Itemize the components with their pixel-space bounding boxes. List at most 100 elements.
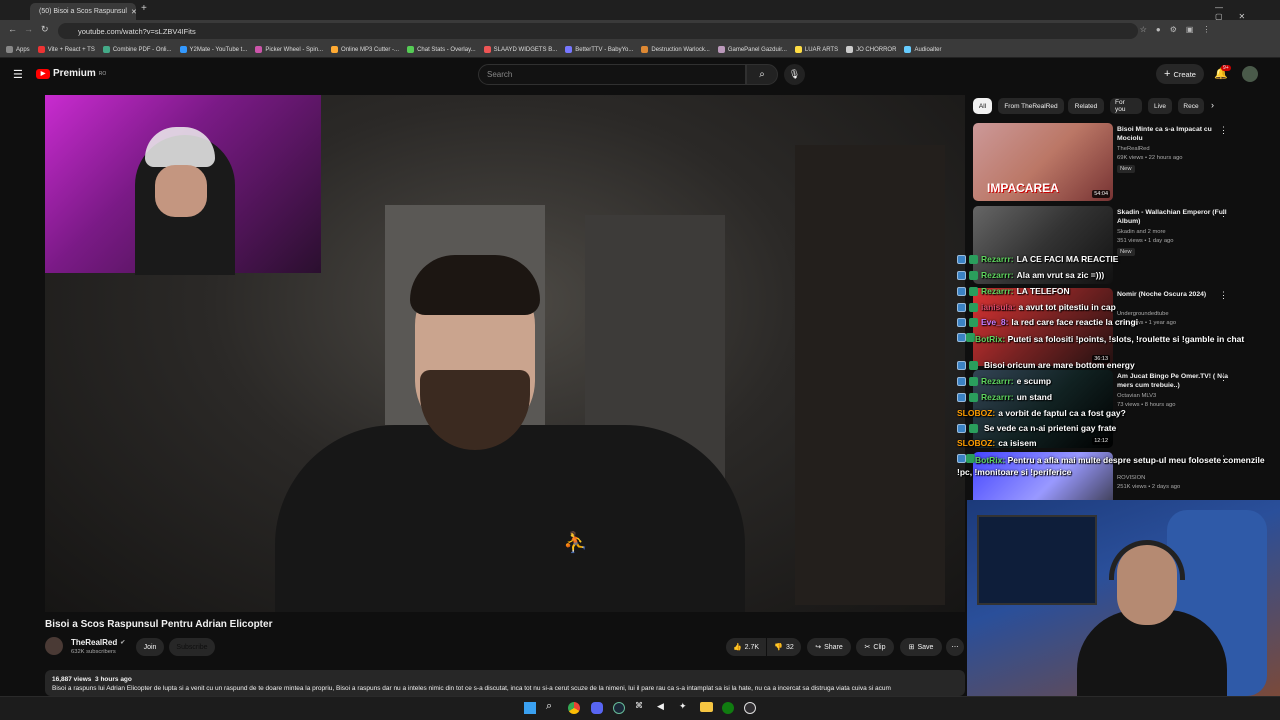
forward-icon[interactable]: →	[24, 24, 33, 34]
notifications-button[interactable]: 🔔 9+	[1214, 65, 1231, 80]
reload-icon[interactable]: ↻	[41, 24, 49, 35]
menu-icon[interactable]: ☰	[13, 68, 23, 81]
recommendation-channel[interactable]: Skadin and 2 more	[1117, 229, 1166, 235]
video-thumbnail[interactable]: IMPACAREA 54:04	[973, 123, 1113, 201]
bookmark-item[interactable]: Vite + React + TS	[37, 46, 95, 53]
more-vertical-icon[interactable]: ⋮	[1219, 372, 1228, 383]
more-vertical-icon[interactable]: ⋮	[1219, 125, 1228, 136]
moderator-badge-icon	[957, 333, 966, 342]
filter-chip[interactable]: All	[973, 98, 992, 114]
more-vertical-icon[interactable]: ⋮	[1219, 290, 1228, 301]
back-icon[interactable]: ←	[8, 24, 17, 34]
discord-icon[interactable]	[591, 702, 603, 714]
subscribe-button[interactable]: Subscribe	[169, 638, 215, 656]
share-label: Share	[824, 643, 843, 651]
share-button[interactable]: ↪ Share	[807, 638, 851, 656]
recommendation-title[interactable]: Am Jucat Bingo Pe Omer.TV! ( N-a mers cu…	[1117, 372, 1235, 390]
channel-name-text: TheRealRed	[71, 638, 118, 647]
search-button[interactable]: ⌕	[746, 64, 778, 85]
folder-icon[interactable]	[700, 702, 713, 712]
bookmark-item[interactable]: LUAR ARTS	[794, 46, 839, 53]
browser-tab[interactable]: (50) Bisoi a Scos Raspunsul ✕	[30, 3, 136, 20]
save-button[interactable]: ⊞ Save	[900, 638, 942, 656]
like-button[interactable]: 👍 2.7K	[726, 638, 766, 656]
avatar[interactable]	[1242, 66, 1258, 82]
moderator-badge-icon	[957, 392, 966, 402]
filter-chip[interactable]: Live	[1148, 98, 1172, 114]
video-player[interactable]: ⛹	[45, 95, 965, 612]
youtube-logo[interactable]: ▶ Premium RO	[36, 68, 106, 79]
chat-text: Ala am vrut sa zic =)))	[1016, 270, 1105, 280]
bookmark-favicon-icon	[565, 46, 573, 53]
filter-chip[interactable]: For you	[1110, 98, 1142, 114]
bookmark-favicon-icon	[102, 46, 110, 53]
bookmark-item[interactable]: Combine PDF - Onli...	[102, 46, 172, 53]
bookmark-item[interactable]: SLAAYD WIDGETS B...	[483, 46, 557, 53]
bookmark-item[interactable]: GamePanel Gazduir...	[717, 46, 787, 53]
close-tab-icon[interactable]: ✕	[131, 8, 136, 16]
bookmark-item[interactable]: Online MP3 Cutter -...	[331, 46, 399, 53]
channel-name[interactable]: TheRealRed ✔	[71, 638, 125, 647]
bookmark-item[interactable]: Chat Stats - Overlay...	[407, 46, 476, 53]
microphone-icon: 🎙	[788, 69, 801, 79]
description-box[interactable]: 16,887 views 3 hours ago Bisoi a raspuns…	[45, 670, 965, 696]
chrome-icon[interactable]	[568, 702, 580, 714]
filter-chip[interactable]: From TheRealRed	[998, 98, 1064, 114]
recommendation-title[interactable]: Nomir (Noche Oscura 2024)	[1117, 290, 1235, 299]
chat-text: Bisoi oricum are mare bottom energy	[984, 360, 1135, 370]
bookmark-item[interactable]: Apps	[6, 46, 30, 53]
video-thumbnail[interactable]: 36:13	[973, 288, 1113, 366]
plus-icon: +	[1164, 68, 1171, 80]
bookmark-item[interactable]: Audioalter	[904, 46, 941, 53]
voice-search-button[interactable]: 🎙	[784, 64, 805, 85]
bookmark-item[interactable]: Y2Mate - YouTube t...	[179, 46, 247, 53]
steam-icon[interactable]	[613, 702, 625, 714]
taskbar-search-icon[interactable]: ⌕	[546, 700, 552, 713]
bookmark-item[interactable]: Destruction Warlock...	[641, 46, 710, 53]
windows-start-icon[interactable]	[524, 702, 536, 714]
recommendation-channel[interactable]: Octavian MLV3	[1117, 393, 1156, 399]
search-input[interactable]: Search	[478, 64, 746, 85]
recommendation-item[interactable]: IMPACAREA 54:04 Bisoi Minte ca s-a Impacat…	[973, 123, 1273, 203]
more-actions-button[interactable]: ⋯	[946, 638, 964, 656]
clip-label: Clip	[873, 643, 886, 651]
filter-chip[interactable]: Related	[1068, 98, 1104, 114]
duration-badge: 54:04	[1092, 190, 1110, 198]
chat-username: Rezarrr:	[981, 392, 1014, 402]
logo-region: RO	[98, 70, 107, 77]
app-icon[interactable]: ✦	[679, 701, 687, 712]
moderator-badge-icon	[957, 302, 966, 312]
filter-chip[interactable]: Rece	[1178, 98, 1204, 114]
bookmark-label: Audioalter	[914, 46, 942, 53]
recommendation-title[interactable]: Bisoi Minte ca s-a Impacat cu Mociolu	[1117, 125, 1235, 143]
bookmark-item[interactable]: Picker Wheel - Spin...	[255, 46, 323, 53]
clip-button[interactable]: ✂ Clip	[856, 638, 894, 656]
chat-message: Rezarrr: un stand	[957, 392, 1052, 402]
bookmark-item[interactable]: JO CHORROR	[846, 46, 896, 53]
extensions-area[interactable]: ⇪☆●⚙▣⋮	[1124, 25, 1264, 37]
app-icon[interactable]: ⌘	[635, 701, 643, 710]
bookmark-label: Destruction Warlock...	[651, 46, 710, 53]
bookmark-favicon-icon	[846, 46, 854, 53]
window-controls[interactable]: —▢✕	[1215, 3, 1280, 21]
subscriber-badge-icon	[969, 270, 978, 280]
join-button[interactable]: Join	[136, 638, 164, 656]
chevron-right-icon[interactable]: ›	[1211, 100, 1214, 110]
channel-avatar[interactable]	[45, 637, 63, 655]
bookmark-label: LUAR ARTS	[804, 46, 839, 53]
create-button[interactable]: + Create	[1156, 64, 1204, 84]
recommendation-channel[interactable]: TheRealRed	[1117, 146, 1150, 152]
streamer-hair	[410, 255, 540, 315]
dislike-button[interactable]: 👎 32	[767, 638, 801, 656]
app-icon[interactable]: ◀	[657, 701, 664, 712]
obs-icon[interactable]	[744, 702, 756, 714]
address-bar[interactable]: youtube.com/watch?v=sLZBV4IFits	[58, 23, 1138, 39]
xbox-icon[interactable]	[722, 702, 734, 714]
recommendation-title[interactable]: Skadin - Wallachian Emperor (Full Album)	[1117, 208, 1235, 226]
facecam-face	[155, 165, 207, 217]
new-tab-button[interactable]: +	[141, 3, 147, 14]
recommendation-item[interactable]: 36:13 Nomir (Noche Oscura 2024) Undergroun…	[973, 288, 1273, 368]
chat-text: e scump	[1016, 376, 1052, 386]
more-vertical-icon[interactable]: ⋮	[1219, 208, 1228, 219]
bookmark-item[interactable]: BetterTTV - BabyYo...	[565, 46, 633, 53]
